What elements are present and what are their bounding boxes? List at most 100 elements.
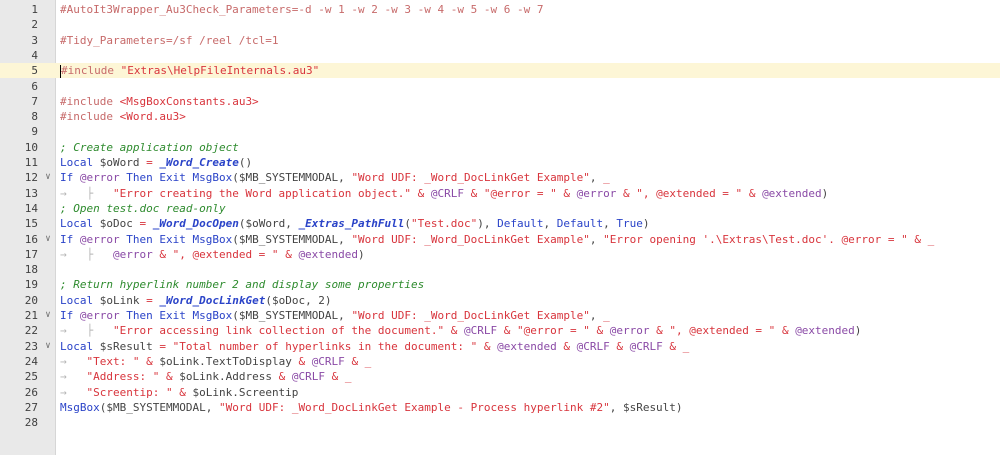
- token-op: =: [159, 339, 173, 353]
- code-text[interactable]: → ├ @error & ", @extended = " & @extende…: [60, 247, 365, 262]
- code-text[interactable]: If @error Then Exit MsgBox($MB_SYSTEMMOD…: [60, 308, 610, 323]
- code-line[interactable]: 5 #include "Extras\HelpFileInternals.au3": [0, 63, 1000, 79]
- code-line[interactable]: 11 Local $oWord = _Word_Create(): [0, 155, 1000, 170]
- token-op: &: [748, 186, 763, 200]
- code-text[interactable]: → ├ "Error accessing link collection of …: [60, 323, 861, 338]
- token-kw: True: [616, 217, 643, 231]
- code-text[interactable]: If @error Then Exit MsgBox($MB_SYSTEMMOD…: [60, 232, 934, 247]
- code-line[interactable]: 18: [0, 262, 1000, 277]
- code-text[interactable]: #Tidy_Parameters=/sf /reel /tcl=1: [60, 33, 279, 48]
- code-text[interactable]: #include "Extras\HelpFileInternals.au3": [60, 63, 319, 78]
- code-text[interactable]: ; Open test.doc read-only: [60, 201, 226, 216]
- line-number: 15: [24, 217, 38, 231]
- code-line[interactable]: 24 → "Text: " & $oLink.TextToDisplay & @C…: [0, 354, 1000, 369]
- code-line[interactable]: 12 ∨ If @error Then Exit MsgBox($MB_SYSTEM…: [0, 170, 1000, 185]
- token-kw: Then Exit: [126, 171, 193, 185]
- fold-toggle-icon[interactable]: ∨: [42, 339, 54, 354]
- token-op: _: [603, 309, 610, 322]
- code-line[interactable]: 19 ; Return hyperlink number 2 and displa…: [0, 277, 1000, 292]
- token-dir: #include: [61, 64, 121, 78]
- code-line[interactable]: 2: [0, 17, 1000, 32]
- code-text[interactable]: ; Create application object: [60, 140, 239, 155]
- line-number: 25: [24, 370, 38, 384]
- token-mac: @CRLF: [629, 339, 670, 353]
- token-mac: @CRLF: [291, 370, 332, 384]
- code-text[interactable]: Local $oDoc = _Word_DocOpen($oWord, _Ext…: [60, 216, 650, 231]
- code-text[interactable]: → ├ "Error creating the Word application…: [60, 186, 828, 201]
- code-line[interactable]: 1 #AutoIt3Wrapper_Au3Check_Parameters=-d …: [0, 2, 1000, 17]
- code-text[interactable]: Local $sResult = "Total number of hyperl…: [60, 339, 689, 354]
- code-text[interactable]: Local $oLink = _Word_DocLinkGet($oDoc, 2…: [60, 293, 332, 308]
- token-ws: → ├: [60, 324, 113, 338]
- token-kw: Then Exit: [126, 232, 193, 246]
- token-id: ,: [603, 217, 617, 231]
- code-text[interactable]: MsgBox($MB_SYSTEMMODAL, "Word UDF: _Word…: [60, 400, 683, 415]
- token-dir: #include: [60, 110, 120, 124]
- token-str: "Error opening '.\Extras\Test.doc'. @err…: [603, 232, 915, 246]
- code-line[interactable]: 20 Local $oLink = _Word_DocLinkGet($oDoc,…: [0, 293, 1000, 308]
- code-line[interactable]: 7 #include <MsgBoxConstants.au3>: [0, 94, 1000, 109]
- line-number: 22: [24, 324, 38, 338]
- token-var: $oLink.Screentip: [192, 385, 299, 399]
- code-text[interactable]: → "Address: " & $oLink.Address & @CRLF &…: [60, 369, 351, 384]
- token-id: ,: [589, 309, 604, 322]
- code-line[interactable]: 16 ∨ If @error Then Exit MsgBox($MB_SYSTEM…: [0, 232, 1000, 247]
- token-id: (): [238, 156, 253, 169]
- fold-toggle-icon[interactable]: ∨: [42, 170, 54, 185]
- code-line[interactable]: 9: [0, 124, 1000, 139]
- line-number: 1: [31, 3, 38, 16]
- line-number: 5: [31, 64, 38, 78]
- code-text[interactable]: → "Screentip: " & $oLink.Screentip: [60, 385, 298, 400]
- fold-toggle-icon[interactable]: ∨: [42, 232, 54, 247]
- token-var: $oLink.TextToDisplay: [159, 354, 299, 368]
- code-line[interactable]: 3 #Tidy_Parameters=/sf /reel /tcl=1: [0, 33, 1000, 48]
- code-line[interactable]: 14 ; Open test.doc read-only: [0, 201, 1000, 216]
- token-udf: _Word_DocOpen: [152, 217, 239, 231]
- code-line[interactable]: 23 ∨ Local $sResult = "Total number of hyp…: [0, 339, 1000, 354]
- code-text[interactable]: ; Return hyperlink number 2 and display …: [60, 277, 424, 292]
- token-fn: MsgBox: [192, 309, 233, 322]
- token-ws: → ├: [60, 186, 113, 200]
- token-id: ($MB_SYSTEMMODAL,: [232, 171, 352, 185]
- code-line[interactable]: 4: [0, 48, 1000, 63]
- line-number: 21: [24, 309, 38, 322]
- line-number: 14: [24, 201, 38, 215]
- code-line[interactable]: 27 MsgBox($MB_SYSTEMMODAL, "Word UDF: _Wo…: [0, 400, 1000, 415]
- token-kw: If: [60, 171, 80, 185]
- code-editor[interactable]: 1 #AutoIt3Wrapper_Au3Check_Parameters=-d …: [0, 0, 1000, 455]
- code-text[interactable]: #include <MsgBoxConstants.au3>: [60, 94, 259, 109]
- code-line[interactable]: 26 → "Screentip: " & $oLink.Screentip: [0, 385, 1000, 400]
- token-mac: @error: [576, 186, 623, 200]
- code-text[interactable]: → "Text: " & $oLink.TextToDisplay & @CRL…: [60, 354, 371, 369]
- code-text[interactable]: Local $oWord = _Word_Create(): [60, 155, 252, 170]
- fold-toggle-icon[interactable]: ∨: [42, 308, 54, 323]
- code-line[interactable]: 22 → ├ "Error accessing link collection o…: [0, 323, 1000, 338]
- code-line[interactable]: 21 ∨ If @error Then Exit MsgBox($MB_SYSTEM…: [0, 308, 1000, 323]
- token-udf: _Word_DocLinkGet: [159, 293, 266, 307]
- line-number: 24: [24, 354, 38, 368]
- line-number: 26: [24, 385, 38, 399]
- token-cmt: ; Create application object: [60, 140, 239, 154]
- token-fn: MsgBox: [192, 232, 233, 246]
- code-text[interactable]: If @error Then Exit MsgBox($MB_SYSTEMMOD…: [60, 170, 610, 185]
- code-line[interactable]: 6: [0, 79, 1000, 94]
- token-str: "Word UDF: _Word_DocLinkGet Example": [351, 171, 590, 185]
- code-text[interactable]: #AutoIt3Wrapper_Au3Check_Parameters=-d -…: [60, 2, 543, 17]
- token-mac: @error: [112, 247, 160, 261]
- token-mac: @extended: [762, 186, 822, 200]
- token-op: &: [179, 385, 193, 399]
- code-line[interactable]: 15 Local $oDoc = _Word_DocOpen($oWord, _E…: [0, 216, 1000, 231]
- code-line[interactable]: 13 → ├ "Error creating the Word applicati…: [0, 186, 1000, 201]
- code-line[interactable]: 25 → "Address: " & $oLink.Address & @CRLF…: [0, 369, 1000, 384]
- token-id: ): [854, 324, 862, 338]
- code-text[interactable]: #include <Word.au3>: [60, 109, 186, 124]
- line-number: 20: [24, 293, 38, 307]
- code-line[interactable]: 28: [0, 415, 1000, 430]
- code-line[interactable]: 8 #include <Word.au3>: [0, 109, 1000, 124]
- token-var: $oLink: [99, 293, 147, 307]
- code-line[interactable]: 10 ; Create application object: [0, 140, 1000, 155]
- token-fn: MsgBox: [60, 400, 100, 414]
- token-fn: MsgBox: [192, 171, 233, 185]
- token-op: &: [563, 186, 577, 200]
- code-line[interactable]: 17 → ├ @error & ", @extended = " & @exten…: [0, 247, 1000, 262]
